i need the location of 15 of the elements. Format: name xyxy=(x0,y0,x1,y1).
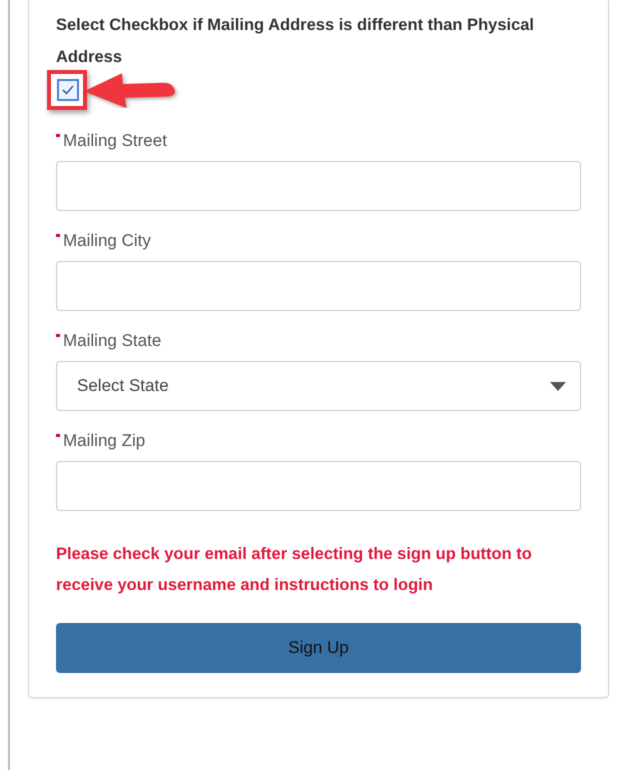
field-label: Mailing Zip xyxy=(63,431,146,451)
highlight-frame xyxy=(47,70,87,110)
field-label: Mailing City xyxy=(63,231,151,251)
caret-icon xyxy=(550,382,566,390)
notice-text: Please check your email after selecting the sign up button to receive your username and instructions to login xyxy=(56,544,533,596)
mailing-address-checkbox[interactable] xyxy=(57,79,79,101)
input-field[interactable] xyxy=(56,461,581,511)
check-icon xyxy=(62,85,74,95)
input-field[interactable] xyxy=(56,261,581,311)
checkbox-instruction: Select Checkbox if Mailing Address is different than Physical Address xyxy=(56,15,536,68)
input-field[interactable] xyxy=(56,161,581,211)
field-label: Mailing Street xyxy=(63,131,167,151)
sign-up-button[interactable]: Sign Up xyxy=(56,623,581,673)
field-label: Mailing State xyxy=(63,331,162,351)
state-select[interactable]: Select State xyxy=(56,361,581,411)
